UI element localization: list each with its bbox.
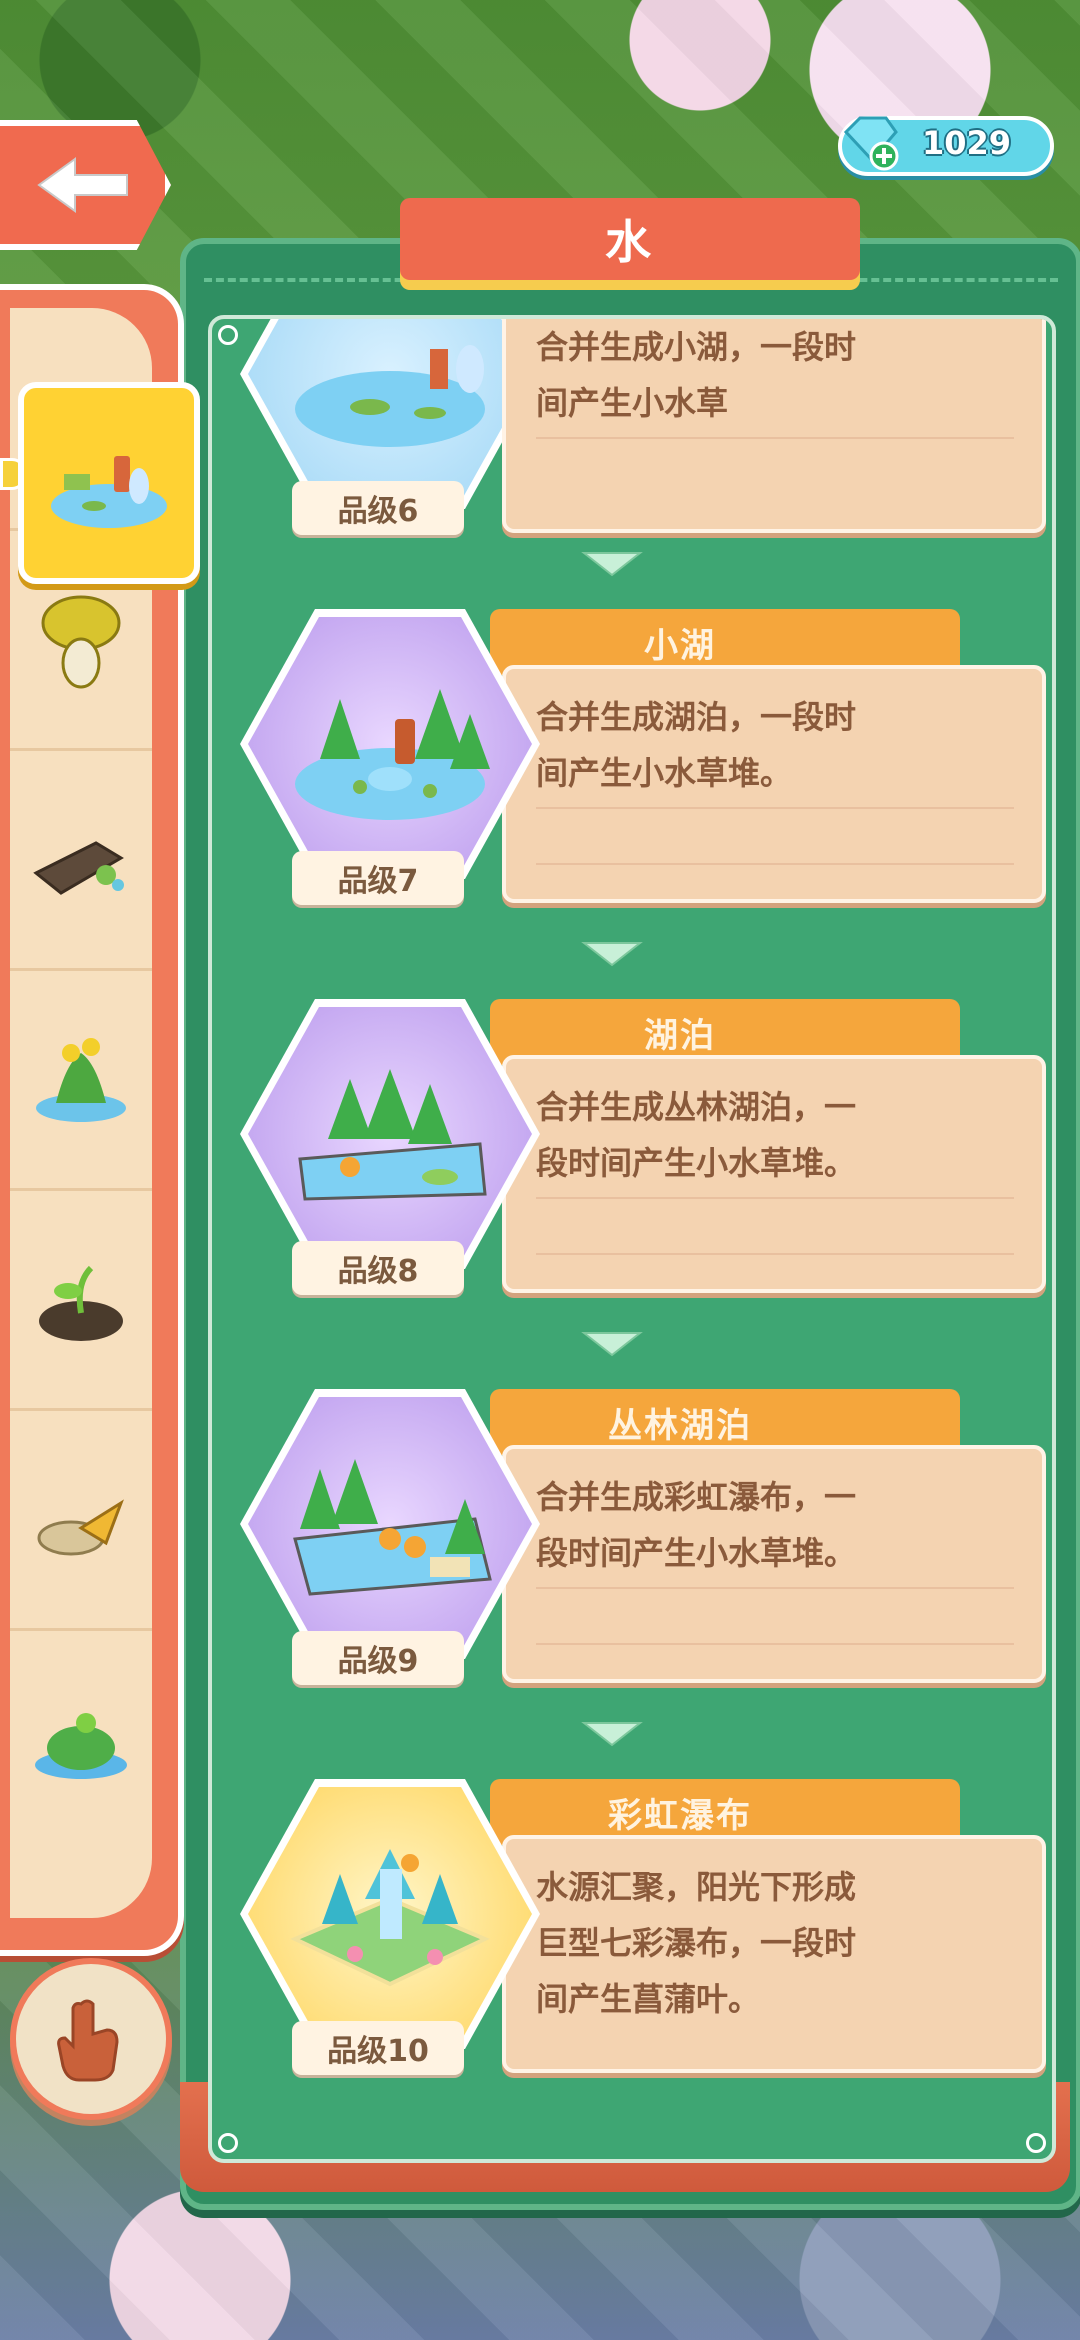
hand-pointer-icon [57,1999,119,2082]
rainbow-waterfall-icon [290,1849,490,1987]
card-rule [536,1643,1014,1645]
item-desc-line: 合并生成小湖，一段时 [536,328,857,366]
sidebar-item-pond-selected[interactable] [18,382,200,584]
chevron-down-icon [581,942,643,967]
item-image [248,1787,532,2041]
item-desc-line: 巨型七彩瀑布，一段时 [536,1924,857,1962]
sprout-icon [39,1265,123,1341]
small-pond-icon [295,345,485,447]
item-image-frame [240,319,540,509]
list-item-level-10[interactable]: 彩虹瀑布 水源汇聚，阳光下形成 巨型七彩瀑布，一段时 间产生菖蒲叶。 品级10 [232,1779,1046,2079]
leaf-rock-icon [37,1499,124,1556]
gem-counter[interactable]: 1029 [838,116,1054,176]
item-scroll-area[interactable]: 合并生成小湖，一段时 间产生小水草 品级6 小湖 合并生成湖泊，一段时 间产生小… [212,319,1052,2159]
diamond-plus-icon[interactable] [838,108,902,172]
item-level-badge: 品级8 [292,1241,464,1295]
item-level-badge: 品级7 [292,851,464,905]
title-banner: 水 [400,198,860,280]
sidebar-item-flower-pond[interactable] [10,968,152,1191]
back-button[interactable] [0,120,171,250]
item-description-card: 合并生成彩虹瀑布，一 段时间产生小水草堆。 [502,1445,1046,1683]
mushroom-icon [41,595,121,689]
sidebar-item-island[interactable] [10,1628,152,1848]
item-desc-line: 段时间产生小水草堆。 [536,1534,857,1572]
item-desc-line: 合并生成丛林湖泊，一 [536,1088,857,1126]
item-description-card: 合并生成小湖，一段时 间产生小水草 [502,319,1046,533]
item-description-card: 合并生成湖泊，一段时 间产生小水草堆。 [502,665,1046,903]
list-item-level-7[interactable]: 小湖 合并生成湖泊，一段时 间产生小水草堆。 品级7 [232,609,1046,909]
chevron-down-icon [581,552,643,577]
card-rule [536,437,1014,439]
jungle-lake-icon [293,1459,492,1596]
card-rule [536,1253,1014,1255]
item-description-card: 水源汇聚，阳光下形成 巨型七彩瀑布，一段时 间产生菖蒲叶。 [502,1835,1046,2073]
page-title: 水 [605,215,655,269]
chevron-down-icon [581,1332,643,1357]
list-item-level-8[interactable]: 湖泊 合并生成丛林湖泊，一 段时间产生小水草堆。 品级8 [232,999,1046,1299]
card-rule [536,863,1014,865]
item-list-panel[interactable]: 合并生成小湖，一段时 间产生小水草 品级6 小湖 合并生成湖泊，一段时 间产生小… [208,315,1056,2163]
item-desc-line: 水源汇聚，阳光下形成 [536,1868,857,1906]
log-icon [33,841,124,895]
pond-icon [51,456,167,528]
item-image [248,1007,532,1261]
item-name: 彩虹瀑布 [608,1795,752,1836]
list-item-level-9[interactable]: 丛林湖泊 合并生成彩虹瀑布，一 段时间产生小水草堆。 品级9 [232,1389,1046,1689]
sidebar-item-sprout[interactable] [10,1188,152,1411]
item-desc-line: 段时间产生小水草堆。 [536,1144,857,1182]
item-level-badge: 品级9 [292,1631,464,1685]
item-level-badge: 品级6 [292,481,464,535]
left-arrow-icon [36,157,128,213]
item-desc-line: 间产生小水草 [536,384,729,422]
sidebar-item-log[interactable] [10,748,152,971]
item-image [248,617,532,871]
item-description-card: 合并生成丛林湖泊，一 段时间产生小水草堆。 [502,1055,1046,1293]
island-icon [35,1713,127,1779]
card-rule [536,807,1014,809]
lake-icon [298,1069,487,1201]
list-item-level-6[interactable]: 合并生成小湖，一段时 间产生小水草 品级6 [232,319,1046,539]
item-name: 丛林湖泊 [608,1405,752,1446]
small-lake-icon [295,689,490,820]
item-level-badge: 品级10 [292,2021,464,2075]
item-name: 小湖 [644,625,716,666]
item-desc-line: 间产生菖蒲叶。 [536,1980,761,2018]
sidebar-item-leaf-rock[interactable] [10,1408,152,1631]
item-image [248,1397,532,1651]
item-name: 湖泊 [644,1015,716,1056]
card-rule [536,1587,1014,1589]
item-image [248,319,532,501]
flower-pond-icon [36,1038,126,1122]
item-desc-line: 间产生小水草堆。 [536,754,793,792]
item-desc-line: 合并生成彩虹瀑布，一 [536,1478,857,1516]
hand-pointer-button[interactable] [10,1958,172,2120]
item-desc-line: 合并生成湖泊，一段时 [536,698,857,736]
card-rule [536,1197,1014,1199]
chevron-down-icon [581,1722,643,1747]
gem-count: 1029 [922,124,1012,162]
